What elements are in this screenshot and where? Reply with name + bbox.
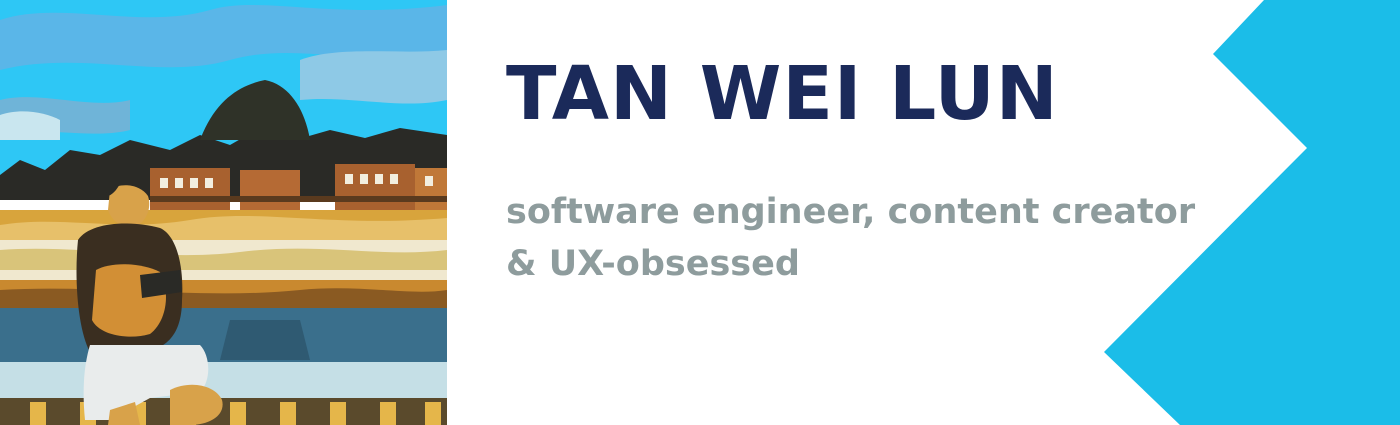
profile-banner: TAN WEI LUN software engineer, content c… xyxy=(0,0,1400,425)
profile-name: TAN WEI LUN xyxy=(506,51,1059,137)
profile-tagline: software engineer, content creator & UX-… xyxy=(506,192,1196,284)
